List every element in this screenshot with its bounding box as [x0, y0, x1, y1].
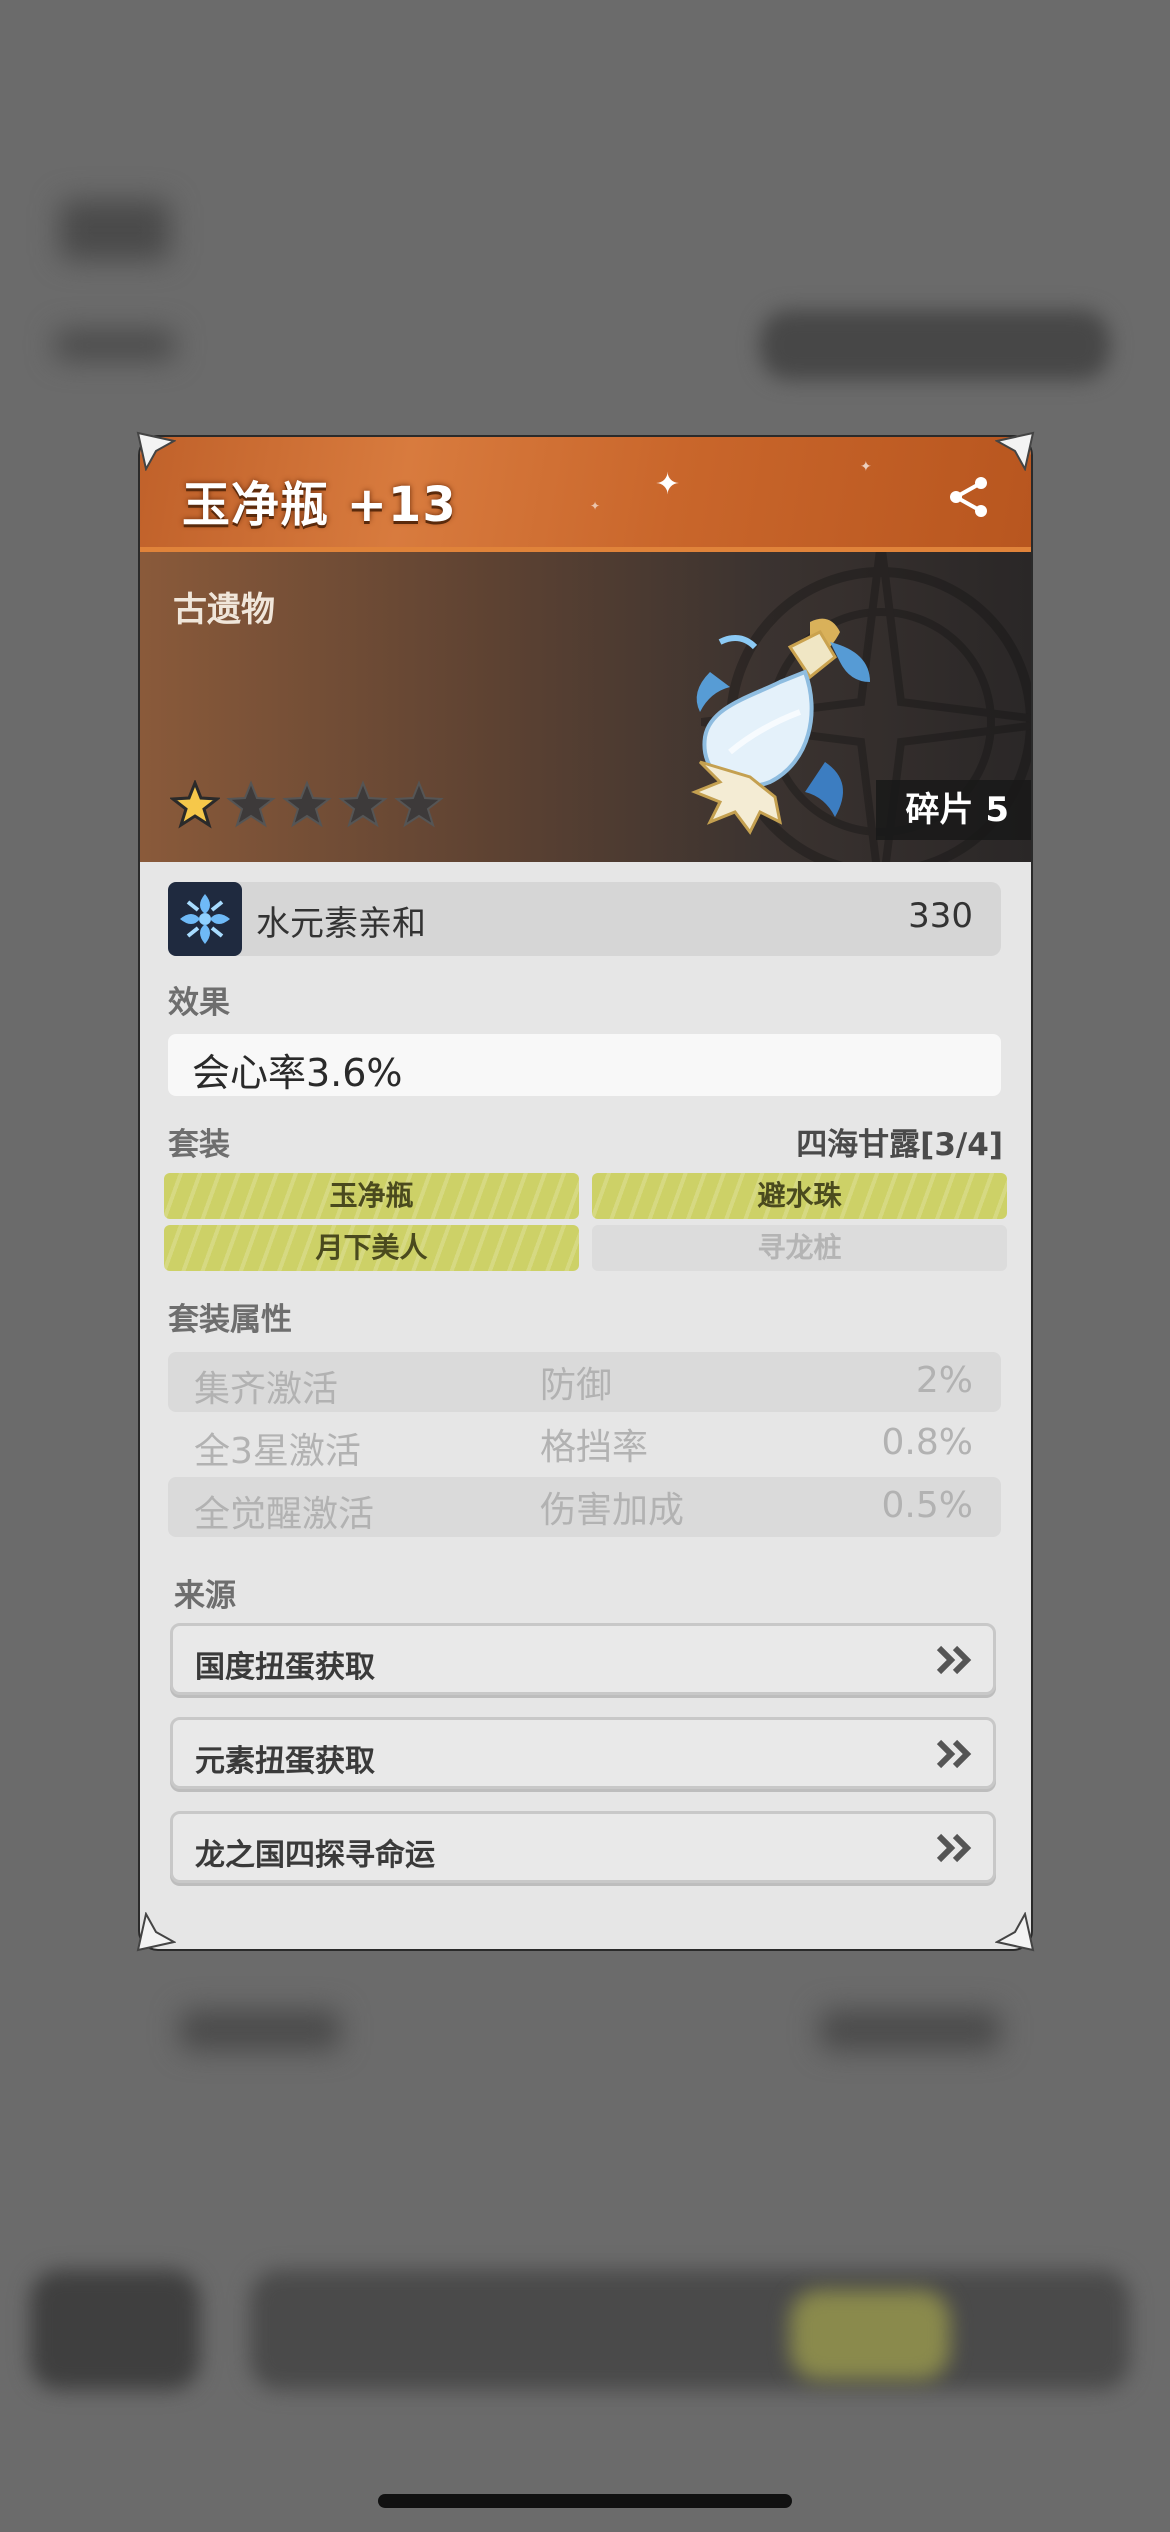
attribute-condition: 全觉醒激活 [194, 1494, 375, 1535]
jade-vase-artifact-image [690, 618, 870, 835]
artifact-detail-card: 玉净瓶 +13 ✦ ✦ ✦ 古遗物 碎片 5 水元素亲和 330 效果 会心率3… [140, 437, 1031, 1949]
source-button[interactable]: 元素扭蛋获取 [170, 1717, 996, 1789]
attribute-value: 2% [915, 1360, 973, 1401]
water-element-icon [168, 882, 242, 956]
attribute-value: 0.8% [881, 1422, 973, 1463]
star-empty-icon [226, 780, 276, 828]
home-indicator[interactable] [378, 2494, 792, 2508]
star-empty-icon [338, 780, 388, 828]
sparkle-icon: ✦ [655, 467, 681, 502]
attribute-value: 0.5% [881, 1485, 973, 1526]
element-value: 330 [908, 896, 973, 936]
corner-ornament-icon [136, 1911, 177, 1952]
item-title: 玉净瓶 +13 [182, 477, 457, 533]
corner-ornament-icon [136, 431, 177, 472]
item-category: 古遗物 [173, 590, 275, 630]
set-attributes-label: 套装属性 [168, 1302, 292, 1338]
set-piece[interactable]: 月下美人 [164, 1225, 579, 1271]
double-chevron-right-icon [936, 1739, 972, 1769]
source-button[interactable]: 龙之国四探寻命运 [170, 1811, 996, 1883]
element-name: 水元素亲和 [256, 904, 426, 944]
share-icon [950, 477, 987, 517]
effect-label: 效果 [168, 985, 230, 1021]
star-empty-icon [282, 780, 332, 828]
source-label: 元素扭蛋获取 [195, 1744, 375, 1779]
corner-ornament-icon [994, 431, 1035, 472]
sparkle-icon: ✦ [860, 459, 872, 475]
element-affinity-row: 水元素亲和 330 [168, 882, 1001, 956]
double-chevron-right-icon [936, 1645, 972, 1675]
source-button[interactable]: 国度扭蛋获取 [170, 1623, 996, 1695]
source-label: 龙之国四探寻命运 [195, 1838, 435, 1873]
set-piece[interactable]: 玉净瓶 [164, 1173, 579, 1219]
share-button[interactable] [947, 475, 991, 519]
effect-text: 会心率3.6% [192, 1051, 403, 1095]
attribute-condition: 全3星激活 [194, 1431, 361, 1472]
set-label: 套装 [168, 1127, 230, 1163]
double-chevron-right-icon [936, 1833, 972, 1863]
title-bar: 玉净瓶 +13 ✦ ✦ ✦ [140, 437, 1031, 552]
star-filled-icon [170, 780, 220, 829]
effect-box: 会心率3.6% [168, 1034, 1001, 1096]
sources-label: 来源 [174, 1578, 236, 1614]
attribute-name: 伤害加成 [540, 1490, 685, 1531]
rarity-stars [170, 780, 444, 830]
set-name: 四海甘露[3/4] [796, 1127, 1003, 1163]
item-banner: 古遗物 碎片 5 [140, 552, 1031, 862]
corner-ornament-icon [994, 1911, 1035, 1952]
sparkle-icon: ✦ [590, 499, 601, 513]
attribute-condition: 集齐激活 [194, 1369, 339, 1410]
set-attribute-row: 全3星激活 格挡率 0.8% [168, 1414, 1001, 1474]
source-label: 国度扭蛋获取 [195, 1650, 375, 1685]
shard-count-badge: 碎片 5 [875, 780, 1031, 840]
star-empty-icon [394, 780, 444, 828]
attribute-name: 防御 [540, 1365, 613, 1406]
attribute-name: 格挡率 [540, 1427, 649, 1468]
set-attribute-row: 全觉醒激活 伤害加成 0.5% [168, 1477, 1001, 1537]
set-piece-missing[interactable]: 寻龙桩 [592, 1225, 1007, 1271]
set-attribute-row: 集齐激活 防御 2% [168, 1352, 1001, 1412]
set-piece[interactable]: 避水珠 [592, 1173, 1007, 1219]
